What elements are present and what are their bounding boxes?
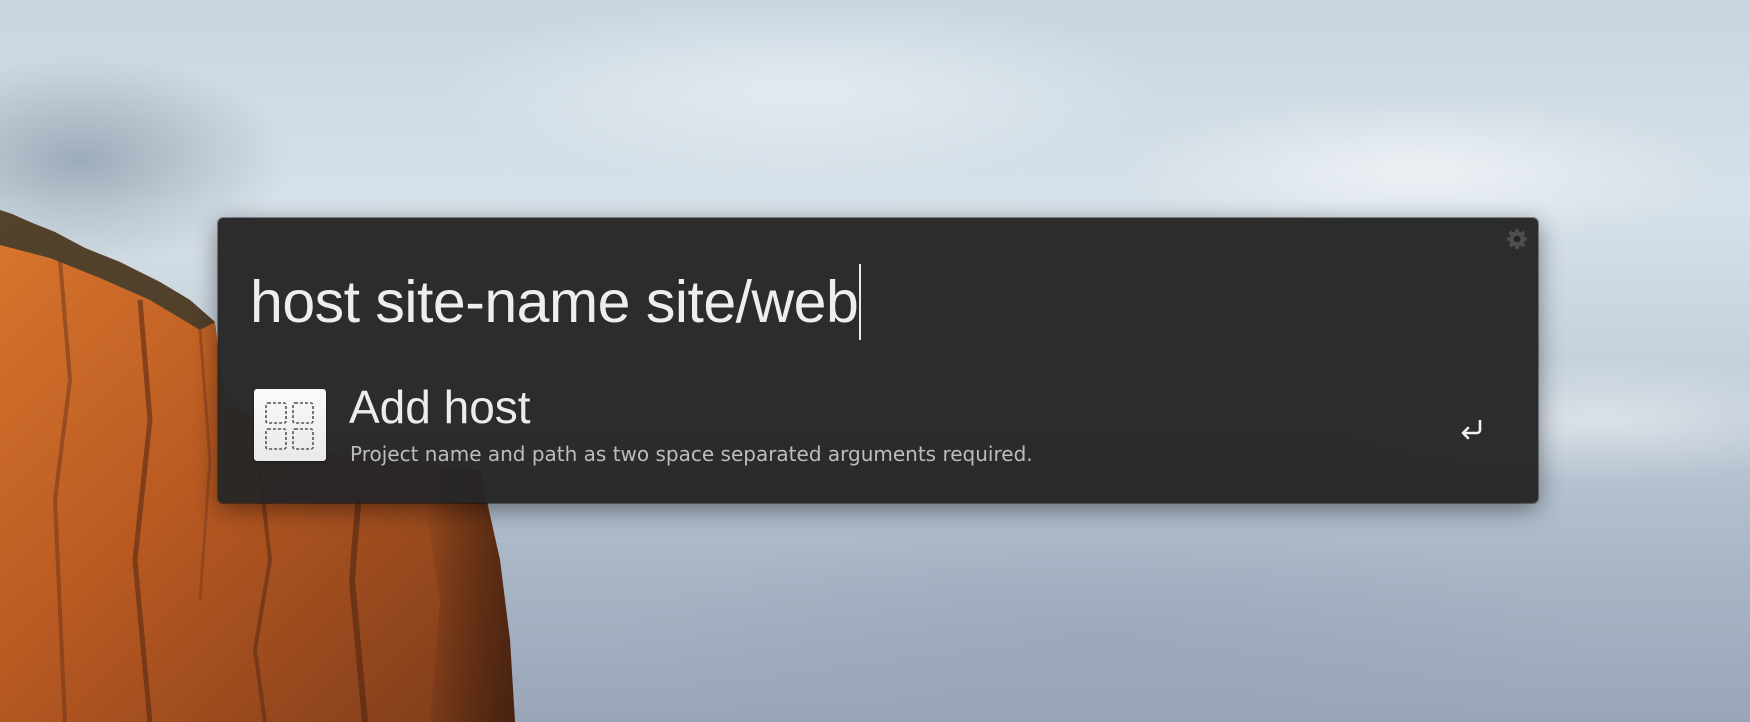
result-title: Add host xyxy=(349,381,531,433)
result-subtitle: Project name and path as two space separ… xyxy=(350,442,1033,466)
return-key-icon xyxy=(1458,418,1486,442)
result-item-add-host[interactable]: Add host Project name and path as two sp… xyxy=(218,378,1538,478)
launcher-window: host site-name site/web Add host Project… xyxy=(218,218,1538,503)
add-host-grid-icon xyxy=(254,389,326,461)
gear-icon[interactable] xyxy=(1506,228,1528,250)
query-text[interactable]: host site-name site/web xyxy=(250,272,859,332)
search-input[interactable]: host site-name site/web xyxy=(250,262,862,342)
desktop-wallpaper: host site-name site/web Add host Project… xyxy=(0,0,1750,722)
text-cursor xyxy=(859,264,862,340)
